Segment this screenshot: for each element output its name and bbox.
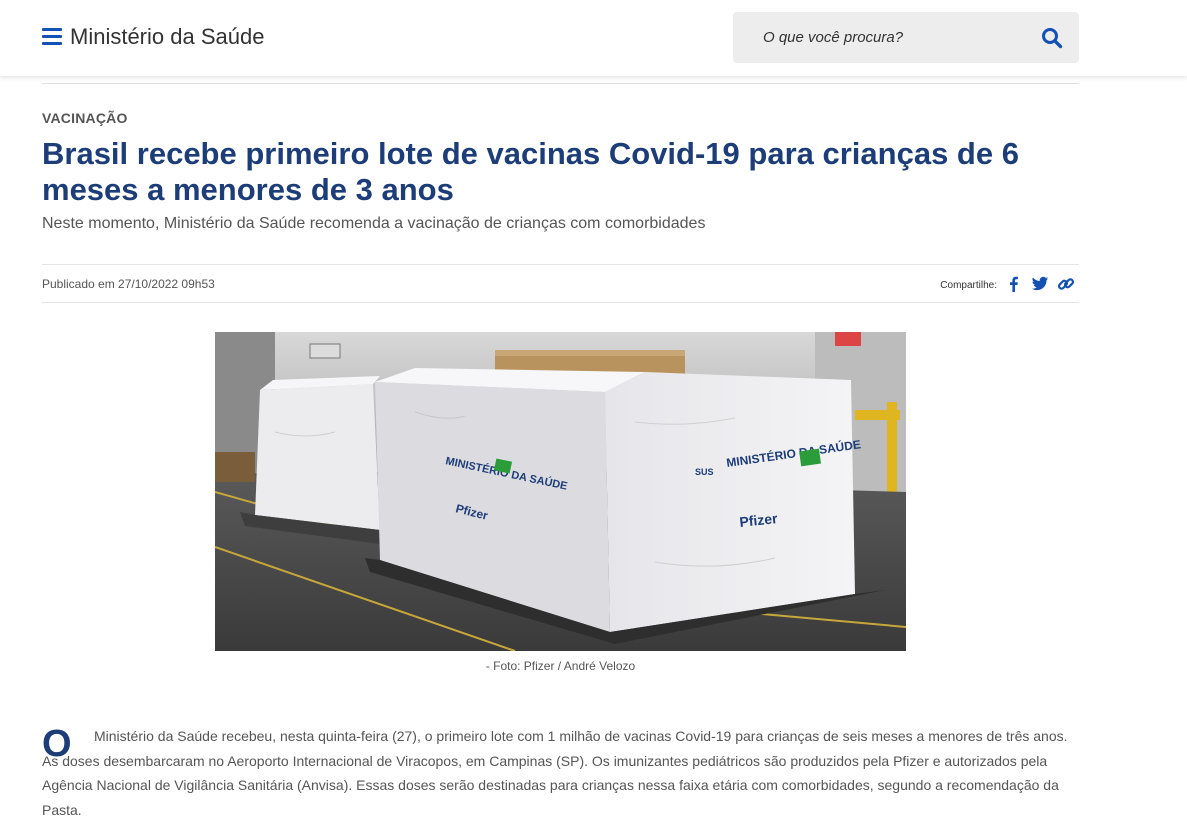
article-meta-bar: Publicado em 27/10/2022 09h53 Compartilh… (42, 264, 1079, 303)
article-title: Brasil recebe primeiro lote de vacinas C… (42, 136, 1019, 207)
link-icon[interactable] (1057, 275, 1075, 293)
twitter-icon[interactable] (1031, 275, 1049, 293)
svg-text:SUS: SUS (695, 467, 714, 477)
photo-caption: - Foto: Pfizer / André Velozo (485, 659, 636, 673)
article-category[interactable]: VACINAÇÃO (42, 110, 128, 126)
search-icon[interactable] (1041, 27, 1063, 49)
divider (42, 83, 1079, 84)
published-date: Publicado em 27/10/2022 09h53 (42, 277, 215, 291)
site-title[interactable]: Ministério da Saúde (70, 23, 264, 51)
menu-icon[interactable] (42, 28, 62, 46)
search-input[interactable] (733, 12, 1023, 63)
search-bar (733, 12, 1079, 63)
site-header: Ministério da Saúde (0, 0, 1187, 76)
article-photo[interactable]: MINISTÉRIO DA SAÚDE Pfizer MINISTÉRIO DA… (215, 332, 906, 651)
article-subtitle: Neste momento, Ministério da Saúde recom… (42, 215, 706, 232)
share-label: Compartilhe: (940, 280, 997, 291)
article-body: Ministério da Saúde recebeu, nesta quint… (42, 728, 1068, 818)
facebook-icon[interactable] (1005, 275, 1023, 293)
